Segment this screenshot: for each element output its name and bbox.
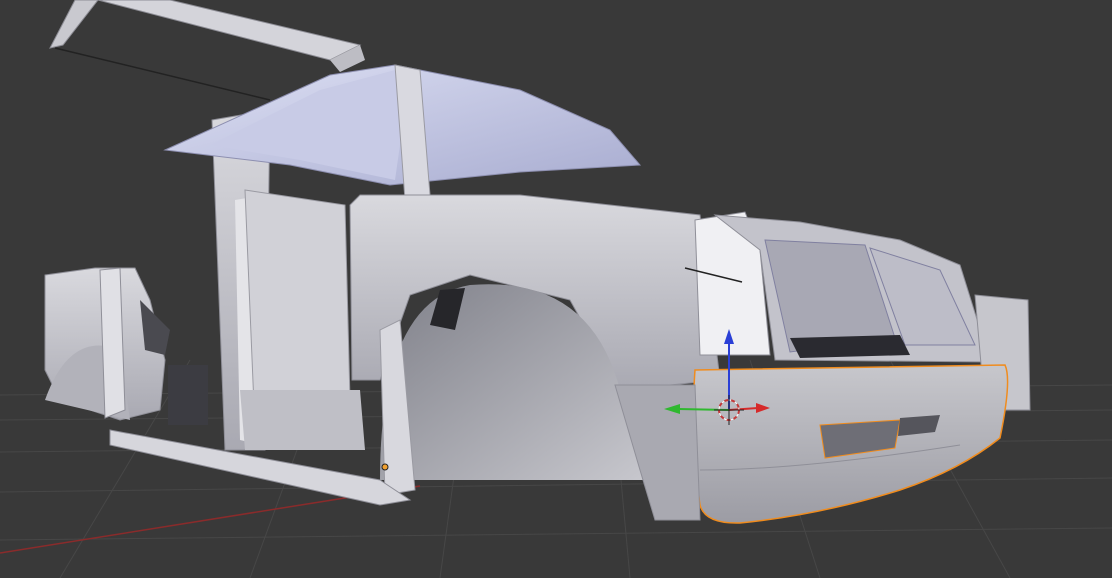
- object-origin-dot: [381, 463, 389, 471]
- 3d-viewport[interactable]: [0, 0, 1112, 578]
- viewport-scene[interactable]: [0, 0, 1112, 578]
- front-bumper-selected[interactable]: [692, 364, 1009, 524]
- rear-body-section[interactable]: [44, 267, 208, 425]
